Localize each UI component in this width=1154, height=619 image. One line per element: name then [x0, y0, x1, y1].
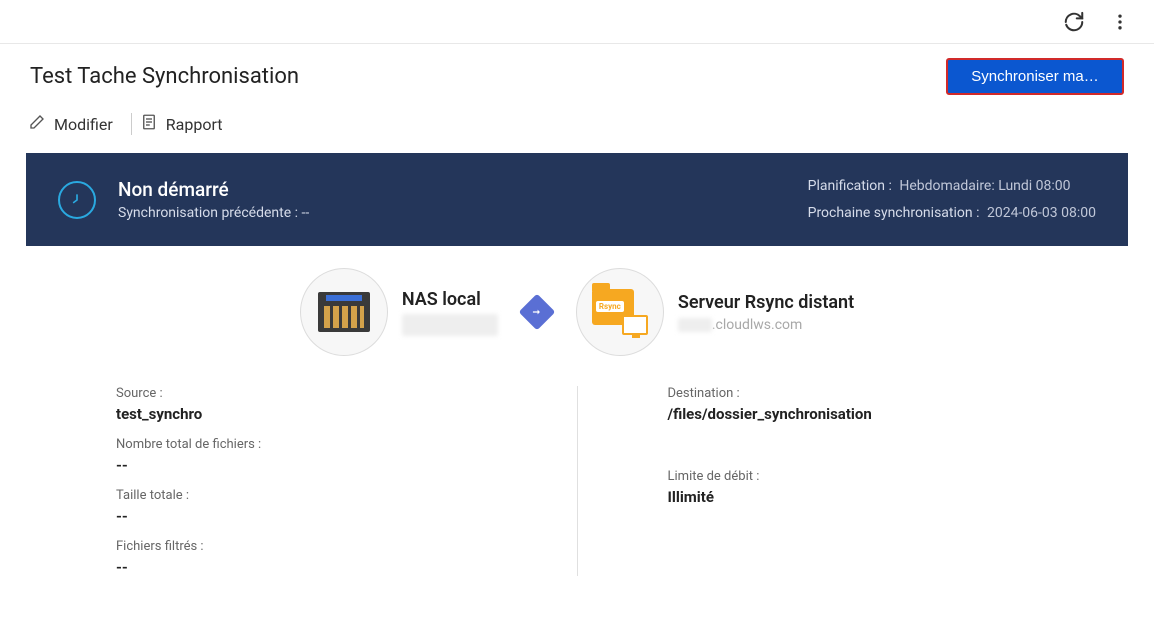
destination-value: /files/dossier_synchronisation: [668, 405, 1039, 423]
actions-row: Modifier Rapport: [0, 103, 1154, 153]
dest-title: Serveur Rsync distant: [678, 292, 854, 313]
status-title: Non démarré: [118, 178, 309, 201]
rsync-server-icon: Rsync: [576, 268, 664, 356]
synchronize-button[interactable]: Synchroniser ma…: [946, 58, 1124, 95]
source-value: test_synchro: [116, 405, 487, 423]
status-left: Non démarré Synchronisation précédente :…: [58, 178, 309, 221]
source-host-masked: [402, 314, 498, 336]
endpoints-row: NAS local Rsync Serveur Rsync distant .c: [0, 246, 1154, 366]
source-label: Source :: [116, 386, 487, 401]
source-host: [402, 314, 498, 336]
page-title: Test Tache Synchronisation: [30, 64, 299, 89]
modify-label: Modifier: [54, 115, 113, 134]
planning-label: Planification :: [808, 178, 892, 194]
refresh-icon[interactable]: [1060, 8, 1088, 36]
next-sync-label: Prochaine synchronisation :: [808, 205, 980, 221]
previous-sync-label: Synchronisation précédente :: [118, 205, 298, 221]
nas-icon: [300, 268, 388, 356]
top-toolbar: [0, 0, 1154, 44]
dest-host: .cloudlws.com: [678, 317, 854, 333]
report-action[interactable]: Rapport: [136, 109, 237, 139]
direction-arrow-icon: [524, 299, 550, 325]
next-sync-value: 2024-06-03 08:00: [987, 205, 1096, 221]
total-files-value: --: [116, 456, 487, 474]
source-endpoint: NAS local: [300, 268, 498, 356]
dest-host-masked: [678, 318, 712, 332]
dest-host-suffix: .cloudlws.com: [712, 317, 802, 333]
planning-value: Hebdomadaire: Lundi 08:00: [899, 178, 1070, 194]
filtered-files-value: --: [116, 558, 487, 576]
more-menu-icon[interactable]: [1106, 8, 1134, 36]
status-right: Planification : Hebdomadaire: Lundi 08:0…: [808, 173, 1096, 226]
previous-sync-line: Synchronisation précédente : --: [118, 205, 309, 221]
total-size-label: Taille totale :: [116, 488, 487, 503]
rate-limit-label: Limite de débit :: [668, 469, 1039, 484]
source-title: NAS local: [402, 289, 498, 310]
filtered-files-label: Fichiers filtrés :: [116, 539, 487, 554]
previous-sync-value: --: [302, 205, 310, 221]
edit-icon: [28, 113, 46, 135]
report-label: Rapport: [166, 115, 223, 134]
clock-icon: [58, 181, 96, 219]
status-banner: Non démarré Synchronisation précédente :…: [26, 153, 1128, 246]
details-section: Source : test_synchro Nombre total de fi…: [0, 366, 1154, 596]
details-right-column: Destination : /files/dossier_synchronisa…: [578, 386, 1129, 576]
modify-action[interactable]: Modifier: [24, 109, 127, 139]
total-files-label: Nombre total de fichiers :: [116, 437, 487, 452]
header-row: Test Tache Synchronisation Synchroniser …: [0, 44, 1154, 103]
report-icon: [140, 113, 158, 135]
details-left-column: Source : test_synchro Nombre total de fi…: [26, 386, 578, 576]
destination-label: Destination :: [668, 386, 1039, 401]
dest-endpoint: Rsync Serveur Rsync distant .cloudlws.co…: [576, 268, 854, 356]
total-size-value: --: [116, 507, 487, 525]
rsync-tag: Rsync: [596, 301, 624, 312]
rate-limit-value: Illimité: [668, 488, 1039, 506]
action-separator: [131, 113, 132, 135]
